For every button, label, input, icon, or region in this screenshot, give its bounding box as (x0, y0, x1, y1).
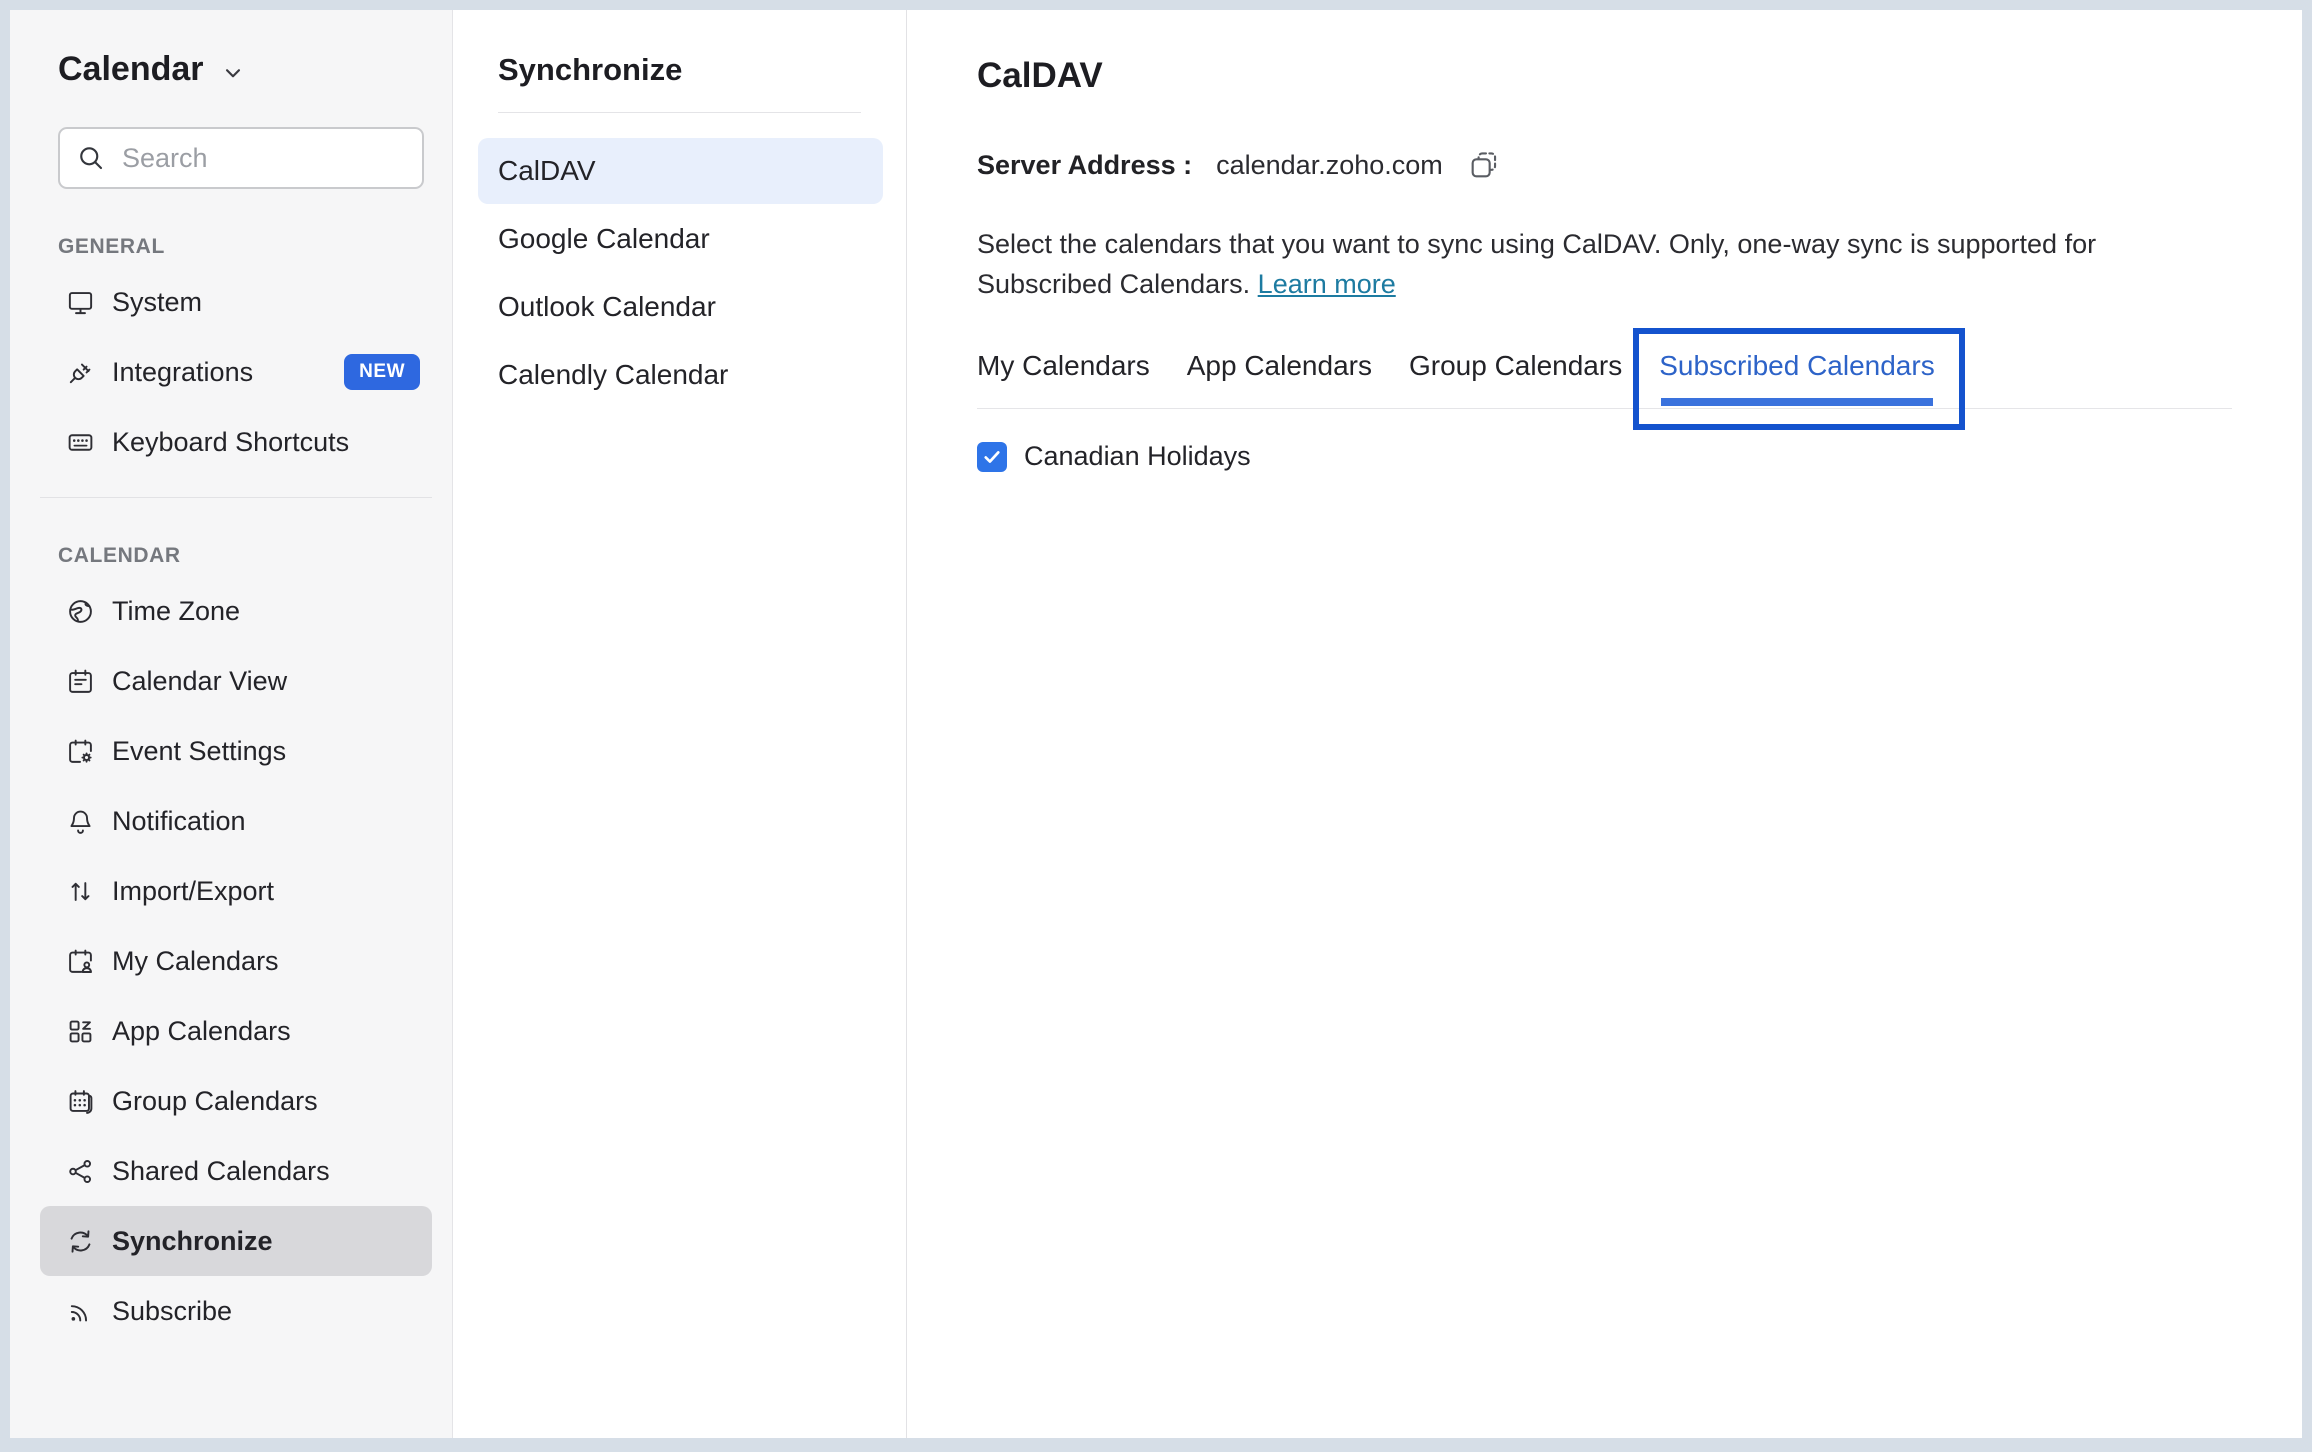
sidebar-item-app-calendars[interactable]: App Calendars (40, 996, 432, 1066)
sidebar-item-synchronize[interactable]: Synchronize (40, 1206, 432, 1276)
sidebar-item-notification[interactable]: Notification (40, 786, 432, 856)
calendar-view-icon (65, 667, 95, 696)
monitor-icon (65, 288, 95, 317)
sidebar-item-my-calendars[interactable]: My Calendars (40, 926, 432, 996)
server-address-row: Server Address : calendar.zoho.com (977, 148, 2232, 182)
calendar-row: Canadian Holidays (977, 441, 2232, 472)
sidebar-item-label: Time Zone (112, 596, 240, 627)
tab-subscribed-calendars[interactable]: Subscribed Calendars (1659, 350, 1935, 382)
section-label-calendar: CALENDAR (58, 544, 432, 568)
copy-icon[interactable] (1467, 148, 1501, 182)
search-input[interactable] (122, 143, 402, 174)
sidebar-item-label: My Calendars (112, 946, 279, 977)
sidebar-item-subscribe[interactable]: Subscribe (40, 1276, 432, 1346)
search-icon (76, 143, 106, 173)
sidebar-item-label: App Calendars (112, 1016, 291, 1047)
bell-icon (65, 807, 95, 836)
calendar-checkbox[interactable] (977, 442, 1007, 472)
globe-icon (65, 597, 95, 626)
rss-icon (65, 1297, 95, 1326)
sidebar-item-label: Keyboard Shortcuts (112, 427, 349, 458)
settings-sidebar: Calendar GENERAL System Integrations NEW Key… (10, 10, 453, 1438)
app-switcher[interactable]: Calendar (58, 50, 432, 89)
app-frame: Calendar GENERAL System Integrations NEW Key… (0, 0, 2312, 1452)
keyboard-icon (65, 428, 95, 457)
secondary-title: Synchronize (498, 52, 906, 88)
chevron-down-icon (220, 60, 246, 86)
sidebar-item-label: Notification (112, 806, 246, 837)
new-badge: NEW (344, 354, 420, 390)
sync-option-google-calendar[interactable]: Google Calendar (478, 206, 883, 272)
sidebar-item-time-zone[interactable]: Time Zone (40, 576, 432, 646)
caldav-settings-panel: CalDAV Server Address : calendar.zoho.co… (907, 10, 2302, 1438)
sidebar-item-event-settings[interactable]: Event Settings (40, 716, 432, 786)
sidebar-item-label: Import/Export (112, 876, 274, 907)
sidebar-title: Calendar (58, 50, 204, 89)
description-text: Select the calendars that you want to sy… (977, 229, 2096, 299)
sidebar-item-system[interactable]: System (40, 267, 432, 337)
synchronize-options-list: CalDAVGoogle CalendarOutlook CalendarCal… (478, 138, 883, 408)
sidebar-item-shared-calendars[interactable]: Shared Calendars (40, 1136, 432, 1206)
tab-group-calendars[interactable]: Group Calendars (1409, 350, 1622, 382)
import-export-icon (65, 877, 95, 906)
server-address-value: calendar.zoho.com (1216, 150, 1443, 181)
zoho-calendar-settings: Calendar GENERAL System Integrations NEW Key… (10, 10, 2302, 1438)
learn-more-link[interactable]: Learn more (1258, 269, 1396, 299)
section-label-general: GENERAL (58, 235, 432, 259)
sidebar-item-label: Event Settings (112, 736, 286, 767)
calendar-label: Canadian Holidays (1024, 441, 1251, 472)
divider (40, 497, 432, 498)
calendar-type-tabs: My Calendars App Calendars Group Calendars… (977, 350, 2232, 409)
annotation-highlight-box (1633, 328, 1965, 430)
sidebar-item-keyboard-shortcuts[interactable]: Keyboard Shortcuts (40, 407, 432, 477)
sidebar-item-integrations[interactable]: Integrations NEW (40, 337, 432, 407)
sidebar-item-label: System (112, 287, 202, 318)
sidebar-item-calendar-view[interactable]: Calendar View (40, 646, 432, 716)
tab-my-calendars[interactable]: My Calendars (977, 350, 1150, 382)
share-icon (65, 1157, 95, 1186)
description: Select the calendars that you want to sy… (977, 224, 2222, 304)
search-box[interactable] (58, 127, 424, 189)
sidebar-item-label: Subscribe (112, 1296, 232, 1327)
sidebar-item-label: Synchronize (112, 1226, 273, 1257)
sidebar-item-label: Group Calendars (112, 1086, 318, 1117)
app-calendars-icon (65, 1017, 95, 1046)
sidebar-navigation: GENERAL System Integrations NEW Keyboard Sho… (40, 235, 432, 1346)
tab-app-calendars[interactable]: App Calendars (1187, 350, 1372, 382)
synchronize-panel: Synchronize CalDAVGoogle CalendarOutlook… (453, 10, 907, 1438)
divider (498, 112, 861, 113)
server-address-label: Server Address : (977, 150, 1192, 181)
page-title: CalDAV (977, 56, 2232, 96)
sidebar-item-import-export[interactable]: Import/Export (40, 856, 432, 926)
group-calendars-icon (65, 1087, 95, 1116)
my-calendars-icon (65, 947, 95, 976)
sync-option-calendly-calendar[interactable]: Calendly Calendar (478, 342, 883, 408)
subscribed-calendars-list: Canadian Holidays (977, 441, 2232, 472)
event-settings-icon (65, 737, 95, 766)
sync-option-caldav[interactable]: CalDAV (478, 138, 883, 204)
sync-option-outlook-calendar[interactable]: Outlook Calendar (478, 274, 883, 340)
plug-icon (65, 358, 95, 387)
sync-icon (65, 1227, 95, 1256)
sidebar-item-label: Integrations (112, 357, 253, 388)
sidebar-item-label: Calendar View (112, 666, 287, 697)
sidebar-item-label: Shared Calendars (112, 1156, 330, 1187)
sidebar-item-group-calendars[interactable]: Group Calendars (40, 1066, 432, 1136)
